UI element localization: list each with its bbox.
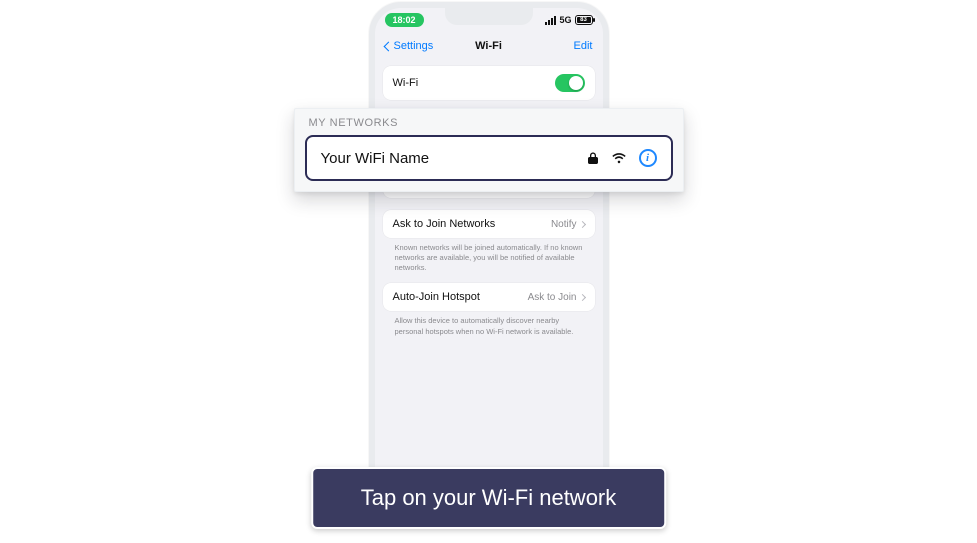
ask-join-value: Notify: [551, 219, 577, 230]
edit-button[interactable]: Edit: [574, 40, 593, 52]
back-label: Settings: [394, 40, 434, 52]
status-time: 18:02: [385, 13, 424, 27]
wifi-toggle[interactable]: [555, 74, 585, 92]
network-callout-overlay: MY NETWORKS Your WiFi Name i: [294, 108, 684, 192]
my-networks-heading: MY NETWORKS: [295, 109, 683, 135]
battery-level: 83: [580, 17, 587, 23]
auto-hotspot-footer: Allow this device to automatically disco…: [383, 311, 595, 346]
auto-hotspot-value: Ask to Join: [528, 292, 577, 303]
auto-hotspot-row[interactable]: Auto-Join Hotspot Ask to Join: [383, 283, 595, 311]
phone-notch: [445, 8, 533, 25]
signal-bars-icon: [545, 16, 556, 25]
battery-icon: 83: [575, 15, 593, 25]
wifi-icon: [611, 152, 627, 164]
auto-hotspot-label: Auto-Join Hotspot: [393, 291, 480, 303]
signal-label: 5G: [559, 15, 571, 25]
auto-hotspot-card: Auto-Join Hotspot Ask to Join: [383, 283, 595, 311]
wifi-toggle-label: Wi-Fi: [393, 77, 419, 89]
nav-bar: Settings Wi-Fi Edit: [375, 32, 603, 60]
info-icon[interactable]: i: [639, 149, 657, 167]
ask-join-label: Ask to Join Networks: [393, 218, 496, 230]
back-button[interactable]: Settings: [385, 40, 434, 52]
network-row[interactable]: Your WiFi Name i: [305, 135, 673, 181]
wifi-toggle-card: Wi-Fi: [383, 66, 595, 100]
instruction-caption: Tap on your Wi-Fi network: [311, 467, 667, 529]
ask-join-footer: Known networks will be joined automatica…: [383, 238, 595, 283]
ask-join-row[interactable]: Ask to Join Networks Notify: [383, 210, 595, 238]
network-name: Your WiFi Name: [321, 150, 430, 167]
ask-join-card: Ask to Join Networks Notify: [383, 210, 595, 238]
phone-mockup: 18:02 5G 83 Settings Wi-Fi Edit Wi-Fi: [369, 2, 609, 502]
chevron-right-icon: [578, 220, 585, 227]
chevron-right-icon: [578, 294, 585, 301]
chevron-left-icon: [383, 41, 393, 51]
lock-icon: [587, 151, 599, 165]
